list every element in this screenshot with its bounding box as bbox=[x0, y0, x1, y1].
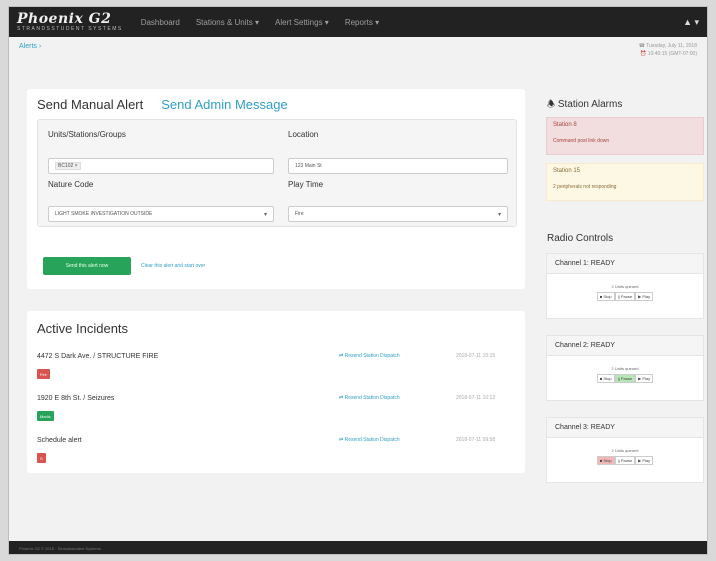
resend-dispatch-link[interactable]: ⇄ Resend Station Dispatch bbox=[339, 437, 400, 443]
play-time-label: Play Time bbox=[288, 180, 324, 189]
units-label: Units/Stations/Groups bbox=[48, 130, 126, 139]
pause-button[interactable]: || Pause bbox=[614, 374, 636, 383]
channel-status: 2 Units queued bbox=[611, 448, 639, 453]
channel-controls: ■ Stop || Pause ▶ Play bbox=[547, 292, 703, 301]
channel-1-card: Channel 1: READY 2 Units queued ■ Stop |… bbox=[546, 253, 704, 319]
alert-tabs: Send Manual Alert Send Admin Message bbox=[27, 89, 525, 119]
incident-row: Schedule alert S ⇄ Resend Station Dispat… bbox=[37, 437, 517, 477]
play-button[interactable]: ▶ Play bbox=[635, 456, 654, 465]
tab-send-admin-message[interactable]: Send Admin Message bbox=[161, 97, 287, 112]
channel-3-card: Channel 3: READY 2 Units queued ■ Stop |… bbox=[546, 417, 704, 483]
tab-send-manual-alert[interactable]: Send Manual Alert bbox=[37, 97, 143, 112]
footer: Phoenix G2 © 2018 · Strandsstudent Syste… bbox=[9, 541, 707, 554]
nav-stations-units[interactable]: Stations & Units ▾ bbox=[196, 18, 259, 27]
navbar: Phoenix G2 STRANDSSTUDENT SYSTEMS Dashbo… bbox=[9, 7, 707, 37]
channel-header: Channel 2: READY bbox=[547, 336, 703, 356]
channel-status: 2 Units queued bbox=[611, 366, 639, 371]
channel-status: 2 Units queued bbox=[611, 284, 639, 289]
resend-dispatch-link[interactable]: ⇄ Resend Station Dispatch bbox=[339, 353, 400, 359]
incident-badge: S bbox=[37, 453, 46, 463]
channel-controls: ■ Stop || Pause ▶ Play bbox=[547, 374, 703, 383]
incident-name: 4472 S Dark Ave. / STRUCTURE FIRE bbox=[37, 353, 159, 360]
unit-tag[interactable]: BC102 × bbox=[55, 162, 81, 170]
nav-dashboard[interactable]: Dashboard bbox=[141, 18, 180, 27]
sidebar: 🕭 Station Alarms Station 8 Command post … bbox=[537, 89, 707, 489]
channel-2-card: Channel 2: READY 2 Units queued ■ Stop |… bbox=[546, 335, 704, 401]
station-alarms-label: Station Alarms bbox=[557, 99, 623, 110]
logo-text: Phoenix G2 bbox=[17, 11, 112, 27]
incident-name: 1920 E 8th St. / Seizures bbox=[37, 395, 115, 402]
pause-button[interactable]: || Pause bbox=[614, 456, 636, 465]
alarm-message: 2 peripherals not responding bbox=[553, 184, 617, 190]
channel-header: Channel 1: READY bbox=[547, 254, 703, 274]
nature-code-select[interactable]: LIGHT SMOKE INVESTIGATION OUTSIDE ▾ bbox=[48, 206, 274, 222]
location-value: 123 Main St bbox=[295, 163, 322, 169]
nature-code-label: Nature Code bbox=[48, 180, 94, 189]
alert-form: Units/Stations/Groups BC102 × Location 1… bbox=[37, 119, 517, 227]
play-time-value: Fire bbox=[295, 211, 304, 217]
date-stamp: ☎ Tuesday, July 11, 2018 ⏰ 10:40:15 (GMT… bbox=[639, 43, 697, 65]
alarm-name: Station 15 bbox=[553, 168, 581, 174]
send-alert-button[interactable]: Send this alert now bbox=[43, 257, 131, 275]
location-label: Location bbox=[288, 130, 319, 139]
app-window: Phoenix G2 STRANDSSTUDENT SYSTEMS Dashbo… bbox=[8, 6, 708, 555]
clear-alert-link[interactable]: Clear this alert and start over bbox=[141, 263, 205, 269]
channel-controls: ■ Stop || Pause ▶ Play bbox=[547, 456, 703, 465]
incident-row: 4472 S Dark Ave. / STRUCTURE FIRE Fire ⇄… bbox=[37, 353, 517, 393]
active-incidents-panel: Active Incidents 4472 S Dark Ave. / STRU… bbox=[27, 311, 525, 473]
incident-time: 2018-07-11 09:58 bbox=[456, 437, 496, 443]
station-alarms-title: 🕭 Station Alarms bbox=[547, 97, 622, 113]
stop-button[interactable]: ■ Stop bbox=[596, 374, 615, 383]
channel-header: Channel 3: READY bbox=[547, 418, 703, 438]
units-input[interactable]: BC102 × bbox=[48, 158, 274, 174]
breadcrumb[interactable]: Alerts › bbox=[19, 43, 41, 65]
play-time-select[interactable]: Fire ▾ bbox=[288, 206, 508, 222]
alarm-station-8[interactable]: Station 8 Command post link down bbox=[546, 117, 704, 155]
chevron-down-icon: ▾ bbox=[263, 211, 267, 218]
incident-time: 2018-07-11 10:12 bbox=[456, 395, 496, 401]
resend-dispatch-link[interactable]: ⇄ Resend Station Dispatch bbox=[339, 395, 400, 401]
bell-icon: 🕭 bbox=[547, 99, 556, 109]
user-menu-icon[interactable]: ▲ ▾ bbox=[683, 17, 699, 28]
logo[interactable]: Phoenix G2 STRANDSSTUDENT SYSTEMS bbox=[17, 12, 123, 32]
incident-row: 1920 E 8th St. / Seizures Medic ⇄ Resend… bbox=[37, 395, 517, 435]
incidents-title: Active Incidents bbox=[37, 321, 129, 336]
stop-button[interactable]: ■ Stop bbox=[596, 292, 615, 301]
nav-alert-settings[interactable]: Alert Settings ▾ bbox=[275, 18, 329, 27]
play-button[interactable]: ▶ Play bbox=[635, 374, 654, 383]
radio-controls-title: Radio Controls bbox=[547, 233, 614, 244]
logo-subtitle: STRANDSSTUDENT SYSTEMS bbox=[17, 26, 123, 32]
incident-time: 2018-07-11 10:15 bbox=[456, 353, 496, 359]
chevron-down-icon: ▾ bbox=[497, 211, 501, 218]
incident-badge: Fire bbox=[37, 369, 50, 379]
nav-reports[interactable]: Reports ▾ bbox=[345, 18, 379, 27]
pause-button[interactable]: || Pause bbox=[614, 292, 636, 301]
date-line: ☎ Tuesday, July 11, 2018 bbox=[638, 43, 697, 49]
alarm-message: Command post link down bbox=[553, 138, 610, 144]
location-input[interactable]: 123 Main St bbox=[288, 158, 508, 174]
subheader: Alerts › ☎ Tuesday, July 11, 2018 ⏰ 10:4… bbox=[9, 37, 707, 71]
nature-code-value: LIGHT SMOKE INVESTIGATION OUTSIDE bbox=[55, 211, 153, 217]
incident-name: Schedule alert bbox=[37, 437, 82, 444]
incident-badge: Medic bbox=[37, 411, 54, 421]
alarm-station-15[interactable]: Station 15 2 peripherals not responding bbox=[546, 163, 704, 201]
play-button[interactable]: ▶ Play bbox=[635, 292, 654, 301]
manual-alert-panel: Send Manual Alert Send Admin Message Uni… bbox=[27, 89, 525, 289]
stop-button[interactable]: ■ Stop bbox=[596, 456, 615, 465]
alarm-name: Station 8 bbox=[553, 122, 577, 128]
time-line: ⏰ 10:40:15 (GMT-07:00) bbox=[640, 50, 697, 57]
